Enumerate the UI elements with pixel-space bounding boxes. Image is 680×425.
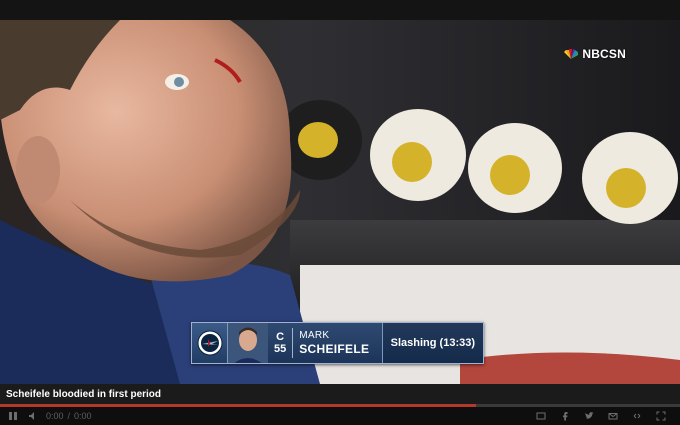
email-icon[interactable] — [606, 409, 620, 423]
player-first-name: MARK — [299, 330, 330, 341]
video-title: Scheifele bloodied in first period — [6, 388, 162, 400]
current-time: 0:00 — [46, 411, 64, 421]
position-number: C 55 — [274, 331, 286, 356]
control-bar: 0:00 / 0:00 — [0, 407, 680, 425]
player-name: MARK SCHEIFELE — [299, 330, 369, 356]
penalty-info: Slashing (13:33) — [381, 323, 483, 363]
time-separator: / — [67, 411, 71, 421]
fullscreen-icon[interactable] — [654, 409, 668, 423]
twitter-icon[interactable] — [582, 409, 596, 423]
player-lower-third: C 55 MARK SCHEIFELE Slashing (13:33) — [191, 322, 484, 364]
headshot-image — [228, 323, 268, 363]
video-caption-bar: Scheifele bloodied in first period — [0, 384, 680, 404]
peacock-icon — [564, 49, 579, 59]
embed-icon[interactable] — [534, 409, 548, 423]
player-headshot — [228, 323, 268, 363]
team-logo-container — [192, 323, 228, 363]
share-icon[interactable] — [630, 409, 644, 423]
duration: 0:00 — [74, 411, 92, 421]
network-logo-text: NBCSN — [582, 47, 626, 61]
player-position: C — [276, 330, 285, 343]
share-controls — [534, 409, 674, 423]
player-last-name: SCHEIFELE — [299, 342, 370, 356]
volume-icon[interactable] — [26, 409, 40, 423]
network-logo: NBCSN — [563, 47, 626, 61]
facebook-icon[interactable] — [558, 409, 572, 423]
player-number: 55 — [274, 342, 287, 355]
play-icon[interactable] — [6, 409, 20, 423]
player-info: C 55 MARK SCHEIFELE — [268, 323, 369, 363]
video-frame[interactable]: NBCSN C 55 MARK SCHEIFELE Slashing (13:3… — [0, 20, 680, 384]
divider — [292, 328, 294, 358]
jets-logo-icon — [197, 330, 222, 356]
video-player[interactable]: NBCSN C 55 MARK SCHEIFELE Slashing (13:3… — [0, 0, 680, 425]
